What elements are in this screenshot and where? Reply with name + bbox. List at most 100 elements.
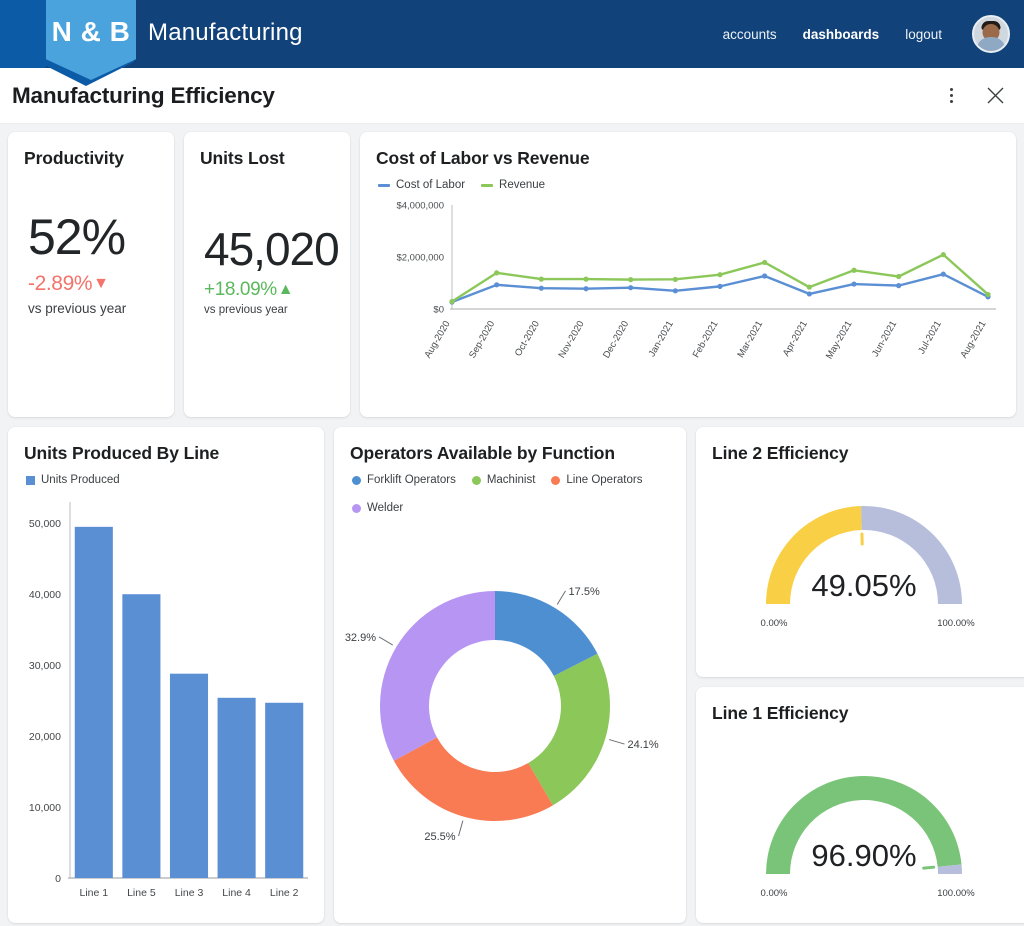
trend-up-icon: ▲	[278, 281, 293, 299]
legend-swatch-icon	[26, 476, 35, 485]
more-vertical-icon[interactable]	[940, 85, 962, 107]
chart-title: Cost of Labor vs Revenue	[360, 132, 1016, 169]
kpi-delta-value: -2.89%	[28, 272, 92, 296]
nav-item-accounts[interactable]: accounts	[723, 27, 777, 42]
svg-text:Nov-2020: Nov-2020	[556, 319, 586, 360]
svg-text:Aug-2020: Aug-2020	[422, 319, 452, 360]
kpi-delta-value: +18.09%	[204, 279, 277, 301]
legend-item-cost-of-labor[interactable]: Cost of Labor	[378, 179, 465, 191]
chart-card-line-2-efficiency[interactable]: Line 2 Efficiency 49.05%0.00%100.00%	[696, 427, 1024, 677]
kpi-title: Productivity	[8, 132, 174, 169]
svg-text:Feb-2021: Feb-2021	[691, 319, 721, 360]
svg-text:100.00%: 100.00%	[937, 888, 975, 899]
chart-title: Line 1 Efficiency	[696, 687, 1024, 724]
svg-text:32.9%: 32.9%	[345, 632, 376, 644]
kpi-card-units-lost[interactable]: Units Lost 45,020 +18.09% ▲ vs previous …	[184, 132, 350, 417]
close-icon[interactable]	[984, 85, 1006, 107]
legend-item-units-produced[interactable]: Units Produced	[26, 474, 120, 486]
chart-title: Line 2 Efficiency	[696, 427, 1024, 464]
svg-text:Jan-2021: Jan-2021	[647, 319, 676, 359]
legend-item-machinist[interactable]: Machinist	[472, 474, 536, 486]
legend-item-welder[interactable]: Welder	[352, 502, 403, 514]
dashboard-grid: Productivity 52% -2.89% ▼ vs previous ye…	[0, 124, 1024, 923]
donut-chart-svg: 17.5% 24.1% 25.5% 32.9%	[334, 514, 686, 923]
chart-card-operators-available[interactable]: Operators Available by Function Forklift…	[334, 427, 686, 923]
legend-item-revenue[interactable]: Revenue	[481, 179, 545, 191]
kpi-value: 45,020	[204, 225, 350, 273]
svg-text:Sep-2020: Sep-2020	[467, 319, 497, 360]
kpi-subtitle: vs previous year	[28, 301, 174, 316]
svg-text:20,000: 20,000	[29, 731, 61, 743]
svg-text:30,000: 30,000	[29, 660, 61, 672]
legend-item-forklift-operators[interactable]: Forklift Operators	[352, 474, 456, 486]
line-chart-svg: $0$2,000,000$4,000,000Aug-2020Sep-2020Oc…	[360, 191, 1000, 403]
svg-text:Line 1: Line 1	[79, 887, 108, 899]
chart-title: Operators Available by Function	[334, 427, 686, 464]
svg-text:Jul-2021: Jul-2021	[916, 319, 944, 356]
title-bar-actions	[940, 85, 1006, 107]
legend-label: Units Produced	[41, 474, 120, 486]
legend-swatch-icon	[352, 504, 361, 513]
svg-text:$0: $0	[433, 305, 444, 316]
trend-down-icon: ▼	[93, 275, 108, 293]
kpi-body: 45,020 +18.09% ▲ vs previous year	[184, 169, 350, 316]
legend-label: Cost of Labor	[396, 179, 465, 191]
legend-label: Machinist	[487, 474, 536, 486]
legend-swatch-icon	[352, 476, 361, 485]
svg-text:49.05%: 49.05%	[811, 568, 916, 603]
legend-swatch-icon	[472, 476, 481, 485]
chart-title: Units Produced By Line	[8, 427, 324, 464]
chart-legend: Units Produced	[8, 464, 324, 486]
svg-text:24.1%: 24.1%	[628, 739, 659, 751]
legend-label: Forklift Operators	[367, 474, 456, 486]
top-navigation-bar: N & B Manufacturing accounts dashboards …	[0, 0, 1024, 68]
svg-text:Line 2: Line 2	[270, 887, 299, 899]
kpi-body: 52% -2.89% ▼ vs previous year	[8, 169, 174, 316]
svg-text:0.00%: 0.00%	[761, 888, 788, 899]
legend-item-line-operators[interactable]: Line Operators	[551, 474, 642, 486]
svg-text:25.5%: 25.5%	[424, 831, 455, 843]
svg-text:Jun-2021: Jun-2021	[870, 319, 899, 359]
main-nav: accounts dashboards logout	[723, 0, 1010, 68]
chart-card-units-produced-by-line[interactable]: Units Produced By Line Units Produced 01…	[8, 427, 324, 923]
legend-label: Revenue	[499, 179, 545, 191]
svg-text:50,000: 50,000	[29, 518, 61, 530]
chart-legend: Cost of Labor Revenue	[360, 169, 1016, 191]
legend-swatch-icon	[551, 476, 560, 485]
chart-card-line-1-efficiency[interactable]: Line 1 Efficiency 96.90% 0.00% 100.00%	[696, 687, 1024, 923]
legend-swatch-icon	[378, 184, 390, 187]
chart-card-cost-labor-vs-revenue[interactable]: Cost of Labor vs Revenue Cost of Labor R…	[360, 132, 1016, 417]
svg-text:Oct-2020: Oct-2020	[513, 319, 542, 358]
dashboard-title-bar: Manufacturing Efficiency	[0, 68, 1024, 124]
nav-item-logout[interactable]: logout	[905, 27, 942, 42]
kpi-delta: +18.09% ▲	[204, 279, 350, 301]
kpi-card-productivity[interactable]: Productivity 52% -2.89% ▼ vs previous ye…	[8, 132, 174, 417]
chart-legend: Forklift Operators Machinist Line Operat…	[334, 464, 686, 514]
kpi-subtitle: vs previous year	[204, 304, 350, 316]
kpi-value: 52%	[28, 211, 174, 264]
svg-text:May-2021: May-2021	[824, 319, 855, 361]
svg-text:17.5%: 17.5%	[569, 586, 600, 598]
dashboard-row-2: Units Produced By Line Units Produced 0 1…	[8, 427, 1016, 923]
svg-text:0: 0	[55, 873, 61, 885]
logo-initials: N & B	[52, 16, 131, 48]
svg-text:$2,000,000: $2,000,000	[396, 253, 444, 264]
kpi-title: Units Lost	[184, 132, 350, 169]
svg-text:Apr-2021: Apr-2021	[781, 319, 810, 358]
svg-text:Line 5: Line 5	[127, 887, 156, 899]
svg-text:96.90%: 96.90%	[811, 838, 916, 873]
svg-text:Aug-2021: Aug-2021	[958, 319, 988, 360]
gauges-column: Line 2 Efficiency 49.05% 0.00% 100.00% Lin…	[696, 427, 1024, 923]
gauge-line-1-svg: 96.90% 0.00% 100.00%	[696, 724, 1024, 923]
legend-label: Welder	[367, 502, 403, 514]
svg-text:Line 4: Line 4	[222, 887, 251, 899]
svg-text:0.00%: 0.00%	[761, 618, 788, 629]
avatar[interactable]	[972, 15, 1010, 53]
brand-name: Manufacturing	[148, 19, 303, 47]
svg-text:40,000: 40,000	[29, 589, 61, 601]
brand-logo[interactable]: N & B	[42, 0, 138, 86]
nav-item-dashboards[interactable]: dashboards	[803, 27, 880, 42]
bar-chart-svg: 010,00020,00030,00040,00050,000Line 1Lin…	[8, 486, 324, 923]
avatar-body	[976, 37, 1006, 53]
kpi-delta: -2.89% ▼	[28, 272, 174, 296]
